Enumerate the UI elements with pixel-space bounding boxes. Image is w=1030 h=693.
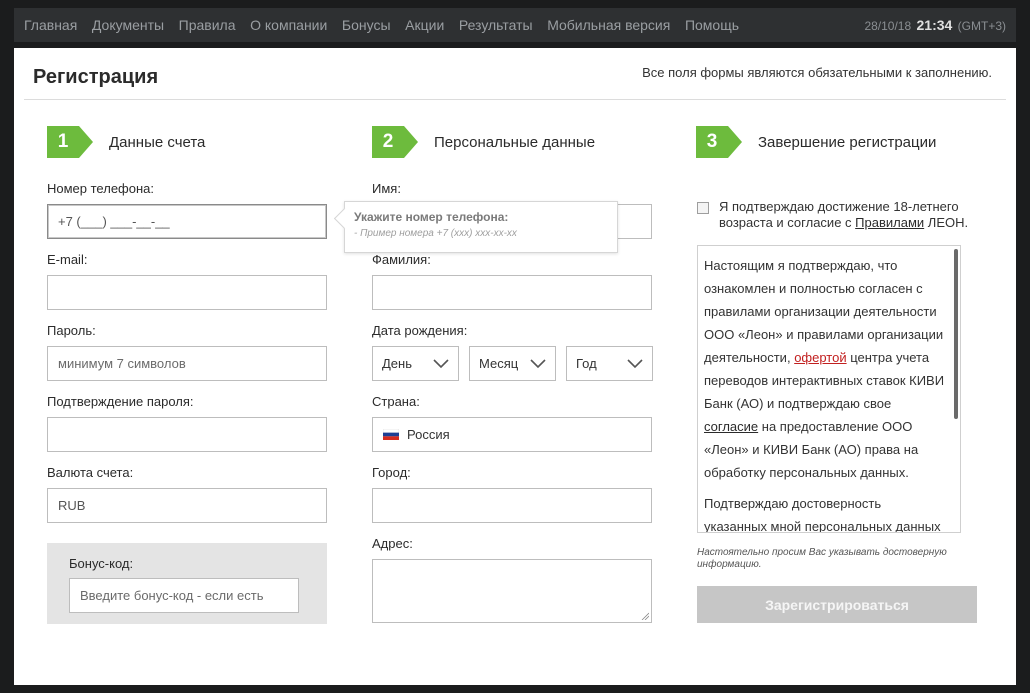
email-label: E-mail:: [47, 252, 88, 267]
clock-timezone: (GMT+3): [957, 19, 1006, 33]
bonus-code-label: Бонус-код:: [69, 556, 134, 571]
birth-day-select[interactable]: День: [372, 346, 459, 381]
address-label: Адрес:: [372, 536, 413, 551]
last-name-input[interactable]: [372, 275, 652, 310]
step-3-badge: 3: [696, 126, 742, 158]
currency-label: Валюта счета:: [47, 465, 134, 480]
step-3-header: 3 Завершение регистрации: [696, 126, 936, 158]
first-name-label: Имя:: [372, 181, 401, 196]
bonus-code-placeholder: Введите бонус-код - если есть: [80, 588, 264, 603]
main-nav: Главная Документы Правила О компании Бон…: [24, 17, 754, 33]
step-1-badge: 1: [47, 126, 93, 158]
password-label: Пароль:: [47, 323, 96, 338]
age-confirm-text-post: ЛЕОН.: [927, 215, 969, 230]
clock-time: 21:34: [916, 17, 953, 33]
birth-year-select[interactable]: Год: [566, 346, 653, 381]
nav-item-results[interactable]: Результаты: [459, 17, 533, 33]
russia-flag-icon: [383, 429, 399, 440]
confirm-password-input[interactable]: [47, 417, 327, 452]
city-input[interactable]: [372, 488, 652, 523]
terms-scrollbar[interactable]: [954, 249, 958, 419]
chevron-down-icon: [433, 358, 449, 368]
currency-value: RUB: [58, 498, 86, 513]
clock-date: 28/10/18: [864, 19, 912, 33]
currency-field[interactable]: RUB: [47, 488, 327, 523]
birth-year-value: Год: [576, 356, 597, 371]
birth-month-value: Месяц: [479, 356, 519, 371]
chevron-down-icon: [530, 358, 546, 368]
nav-item-home[interactable]: Главная: [24, 17, 77, 33]
step-1-header: 1 Данные счета: [47, 126, 205, 158]
accuracy-note: Настоятельно просим Вас указывать достов…: [697, 547, 947, 570]
password-placeholder: минимум 7 символов: [58, 356, 186, 371]
country-select[interactable]: Россия: [372, 417, 652, 452]
country-label: Страна:: [372, 394, 420, 409]
age-confirm-text: Я подтверждаю достижение 18-летнего возр…: [719, 199, 987, 231]
terms-scroll-box[interactable]: Настоящим я подтверждаю, что ознакомлен …: [697, 245, 961, 533]
address-textarea[interactable]: [372, 559, 652, 623]
country-value: Россия: [407, 427, 450, 442]
server-clock: 28/10/18 21:34 (GMT+3): [864, 17, 1006, 33]
register-button[interactable]: Зарегистрироваться: [697, 586, 977, 623]
birth-month-select[interactable]: Месяц: [469, 346, 556, 381]
nav-item-rules[interactable]: Правила: [179, 17, 236, 33]
terms-paragraph-2: Подтверждаю достоверность указанных мной…: [704, 496, 941, 533]
top-nav-bar: Главная Документы Правила О компании Бон…: [14, 8, 1016, 42]
required-fields-note: Все поля формы являются обязательными к …: [642, 65, 992, 80]
step-3-title: Завершение регистрации: [758, 133, 937, 151]
step-2-title: Персональные данные: [434, 133, 596, 151]
nav-item-bonuses[interactable]: Бонусы: [342, 17, 391, 33]
nav-item-promotions[interactable]: Акции: [405, 17, 444, 33]
step-1-title: Данные счета: [109, 133, 206, 151]
rules-link[interactable]: Правилами: [855, 215, 924, 230]
offer-link[interactable]: офертой: [794, 350, 846, 365]
nav-item-mobile[interactable]: Мобильная версия: [547, 17, 670, 33]
bonus-code-box: Бонус-код: Введите бонус-код - если есть: [47, 543, 327, 624]
birth-date-label: Дата рождения:: [372, 323, 468, 338]
chevron-down-icon: [627, 358, 643, 368]
header-divider: [24, 99, 1006, 100]
resize-grip-icon[interactable]: [641, 612, 649, 620]
last-name-label: Фамилия:: [372, 252, 431, 267]
phone-hint-tooltip: Укажите номер телефона: - Пример номера …: [344, 201, 618, 253]
consent-link[interactable]: согласие: [704, 419, 758, 434]
email-input[interactable]: [47, 275, 327, 310]
registration-panel: Регистрация Все поля формы являются обяз…: [14, 48, 1016, 685]
bonus-code-input[interactable]: Введите бонус-код - если есть: [69, 578, 299, 613]
nav-item-documents[interactable]: Документы: [92, 17, 164, 33]
tooltip-title: Укажите номер телефона:: [354, 210, 509, 224]
nav-item-help[interactable]: Помощь: [685, 17, 739, 33]
city-label: Город:: [372, 465, 411, 480]
nav-item-about[interactable]: О компании: [250, 17, 327, 33]
age-confirm-checkbox[interactable]: [697, 202, 709, 214]
phone-input[interactable]: +7 (___) ___-__-__: [47, 204, 327, 239]
password-input[interactable]: минимум 7 символов: [47, 346, 327, 381]
step-2-badge: 2: [372, 126, 418, 158]
step-2-header: 2 Персональные данные: [372, 126, 595, 158]
confirm-password-label: Подтверждение пароля:: [47, 394, 194, 409]
birth-day-value: День: [382, 356, 412, 371]
phone-label: Номер телефона:: [47, 181, 154, 196]
terms-text-a: Настоящим я подтверждаю, что ознакомлен …: [704, 258, 944, 365]
tooltip-hint: - Пример номера +7 (xxx) xxx-xx-xx: [354, 228, 517, 239]
terms-paragraph-1: Настоящим я подтверждаю, что ознакомлен …: [704, 254, 946, 484]
page-title: Регистрация: [33, 66, 159, 88]
phone-input-value: +7 (___) ___-__-__: [58, 214, 170, 229]
age-confirm-row: Я подтверждаю достижение 18-летнего возр…: [697, 199, 987, 231]
